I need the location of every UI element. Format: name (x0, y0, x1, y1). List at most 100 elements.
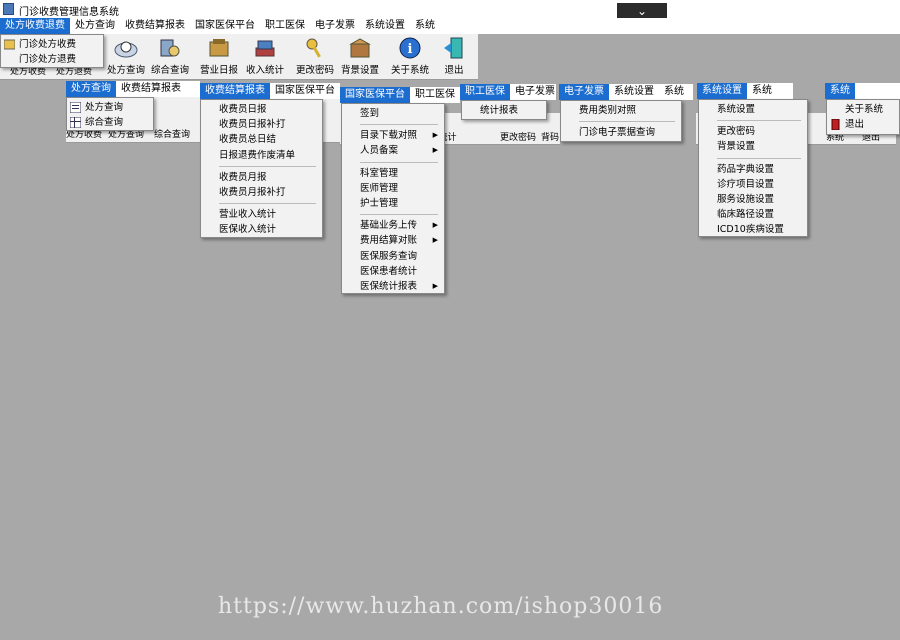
menu-national-insurance-3[interactable]: 国家医保平台 (270, 83, 340, 99)
menu-e-invoice-6[interactable]: 电子发票 (559, 84, 609, 100)
menu-item-cashier-total-daily[interactable]: 收费员总日结 (201, 132, 322, 147)
menu-separator (219, 203, 316, 205)
menu-item-outpatient-einvoice-query[interactable]: 门诊电子票据查询 (561, 125, 681, 140)
menu-e-invoice-5[interactable]: 电子发票 (510, 84, 556, 100)
menu-item-stats-report[interactable]: 统计报表 (462, 103, 546, 118)
menu-prescription-query[interactable]: 处方查询 (70, 18, 120, 34)
menu-worker-insurance[interactable]: 职工医保 (260, 18, 310, 34)
tb-label: 综合查询 (150, 65, 189, 76)
tb-label: 背景设置 (340, 65, 379, 76)
menu-item-treatment-items[interactable]: 诊疗项目设置 (699, 177, 807, 192)
menu-item-label: 费用结算对账 (360, 235, 418, 247)
watermark-text: https://www.huzhan.com/ishop30016 (218, 594, 664, 619)
menu-item-insurance-income-stats[interactable]: 医保收入统计 (201, 222, 322, 237)
menu-worker-insurance-5[interactable]: 职工医保 (460, 84, 510, 100)
menu-item-label: 综合查询 (85, 117, 124, 129)
menu-worker-insurance-4[interactable]: 职工医保 (410, 87, 460, 103)
window2-menubar: 处方查询 收费结算报表 (66, 81, 200, 97)
menu-fee-report[interactable]: 收费结算报表 (120, 18, 190, 34)
menu-item-change-password[interactable]: 更改密码 (699, 124, 807, 139)
menu-item-prescription-query[interactable]: 处方查询 (67, 100, 153, 115)
about-system-button[interactable]: i 关于系统 (388, 34, 432, 79)
menu-system-6[interactable]: 系统 (659, 84, 689, 100)
menu-system-settings-7[interactable]: 系统设置 (697, 83, 747, 99)
menu-item-drug-dictionary[interactable]: 药品字典设置 (699, 162, 807, 177)
menu-system-8[interactable]: 系统 (825, 83, 855, 99)
window8-menubar: 系统 (825, 83, 900, 99)
menu-item-label: 门诊处方退费 (19, 54, 77, 66)
menu-item-outpatient-fee[interactable]: 门诊处方收费 (1, 37, 103, 52)
magnifier-icon (114, 36, 138, 60)
menu-item-cashier-monthly[interactable]: 收费员月报 (201, 170, 322, 185)
database-search-icon (158, 36, 182, 60)
menu-item-insurance-stats-report[interactable]: 医保统计报表 ▶ (342, 279, 444, 294)
menu-prescription-query-2[interactable]: 处方查询 (66, 81, 116, 97)
menu-item-label: 基础业务上传 (360, 220, 418, 232)
daily-report-button[interactable]: 营业日报 (196, 34, 242, 79)
income-stats-button[interactable]: 收入统计 (242, 34, 288, 79)
menu-separator (360, 124, 438, 126)
tb-label: 退出 (444, 65, 464, 76)
menu-item-exit[interactable]: 退出 (827, 117, 899, 132)
key-icon (303, 36, 327, 60)
menu-item-service-facilities[interactable]: 服务设施设置 (699, 192, 807, 207)
menu-prescription-fee[interactable]: 处方收费退费 (0, 18, 70, 34)
menu-item-settlement-reconcile[interactable]: 费用结算对账 ▶ (342, 233, 444, 248)
exit-icon (830, 118, 841, 131)
menu-system-7[interactable]: 系统 (747, 83, 777, 99)
submenu-national-insurance: 签到 目录下载对照 ▶ 人员备案 ▶ 科室管理 医师管理 护士管理 基础业务上传 ▶ … (341, 103, 445, 294)
menu-item-basic-upload[interactable]: 基础业务上传 ▶ (342, 218, 444, 233)
app-icon (3, 3, 14, 15)
window7-menubar: 系统设置 系统 (697, 83, 793, 99)
tb-label: 收入统计 (245, 65, 284, 76)
menu-item-clinical-pathway[interactable]: 临床路径设置 (699, 207, 807, 222)
menu-item-sign-in[interactable]: 签到 (342, 106, 444, 121)
menu-item-insured-patient-stats[interactable]: 医保患者统计 (342, 264, 444, 279)
menu-item-label: 处方查询 (85, 102, 124, 113)
submenu-prescription-fee: 门诊处方收费 门诊处方退费 (0, 34, 104, 68)
comprehensive-query-button[interactable]: 综合查询 (148, 34, 192, 79)
menu-fee-report-3[interactable]: 收费结算报表 (200, 83, 270, 99)
menu-item-insurance-service-query[interactable]: 医保服务查询 (342, 249, 444, 264)
menu-item-cashier-daily[interactable]: 收费员日报 (201, 102, 322, 117)
menu-item-label: 退出 (845, 119, 865, 131)
menu-national-insurance-4[interactable]: 国家医保平台 (340, 87, 410, 103)
menu-national-insurance[interactable]: 国家医保平台 (190, 18, 260, 34)
menu-system[interactable]: 系统 (410, 18, 440, 34)
menu-system-settings-6[interactable]: 系统设置 (609, 84, 659, 100)
menu-item-refund-void-list[interactable]: 日报退费作废清单 (201, 148, 322, 163)
menu-item-about-system[interactable]: 关于系统 (827, 102, 899, 117)
menu-item-cashier-daily-reprint[interactable]: 收费员日报补打 (201, 117, 322, 132)
menu-item-business-income-stats[interactable]: 营业收入统计 (201, 207, 322, 222)
menu-item-label: 人员备案 (360, 145, 399, 157)
menu-item-icd10-disease[interactable]: ICD10疾病设置 (699, 222, 807, 237)
menu-item-nurse-mgmt[interactable]: 护士管理 (342, 196, 444, 211)
menu-item-outpatient-refund[interactable]: 门诊处方退费 (1, 52, 103, 67)
prescription-query-button[interactable]: 处方查询 (104, 34, 148, 79)
tb-label: 关于系统 (390, 65, 429, 76)
exit-door-icon (442, 36, 466, 60)
tb-label: 营业日报 (199, 65, 238, 76)
menu-item-system-settings[interactable]: 系统设置 (699, 102, 807, 117)
tb-fragment: 背码 (540, 133, 559, 143)
box-icon (348, 36, 372, 60)
menu-separator (219, 165, 316, 167)
menu-item-comprehensive-query[interactable]: 综合查询 (67, 115, 153, 130)
menu-item-fee-category-mapping[interactable]: 费用类别对照 (561, 103, 681, 118)
menu-item-department-mgmt[interactable]: 科室管理 (342, 166, 444, 181)
submenu-system-settings: 系统设置 更改密码 背景设置 药品字典设置 诊疗项目设置 服务设施设置 临床路径… (698, 99, 808, 237)
menu-item-physician-mgmt[interactable]: 医师管理 (342, 181, 444, 196)
background-settings-button[interactable]: 背景设置 (338, 34, 382, 79)
menu-fee-report-2[interactable]: 收费结算报表 (116, 81, 186, 97)
menu-item-cashier-monthly-reprint[interactable]: 收费员月报补打 (201, 185, 322, 200)
menu-system-settings[interactable]: 系统设置 (360, 18, 410, 34)
change-password-button[interactable]: 更改密码 (292, 34, 338, 79)
menu-item-personnel-filing[interactable]: 人员备案 ▶ (342, 143, 444, 158)
fee-icon (3, 39, 16, 50)
menu-item-background-settings[interactable]: 背景设置 (699, 139, 807, 154)
exit-button[interactable]: 退出 (434, 34, 474, 79)
submenu-worker-insurance: 统计报表 (461, 100, 547, 120)
menu-e-invoice[interactable]: 电子发票 (310, 18, 360, 34)
menu-item-catalog-download[interactable]: 目录下载对照 ▶ (342, 128, 444, 143)
submenu-fee-report: 收费员日报 收费员日报补打 收费员总日结 日报退费作废清单 收费员月报 收费员月… (200, 99, 323, 238)
